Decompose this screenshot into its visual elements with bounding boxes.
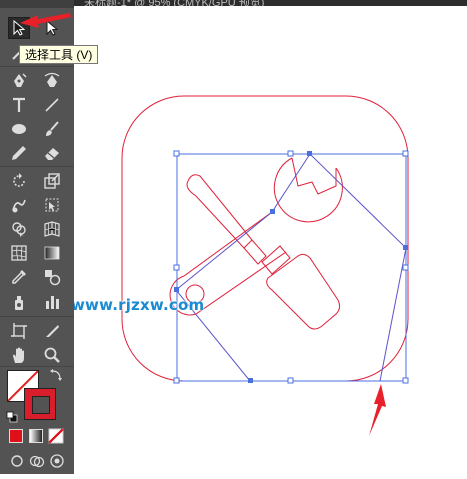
free-transform-icon	[45, 198, 59, 212]
pencil-icon	[12, 146, 26, 160]
shape-builder-tool[interactable]	[8, 218, 30, 240]
type-tool[interactable]	[8, 94, 30, 116]
line-icon	[45, 98, 59, 112]
gradient-square-icon	[29, 429, 43, 443]
watermark-text: www.rjzxw.com	[71, 296, 205, 314]
color-square-icon	[9, 429, 23, 443]
ellipse-tool[interactable]	[8, 118, 30, 140]
eraser-tool[interactable]	[41, 142, 63, 164]
scale-icon	[44, 173, 60, 189]
tools-panel	[0, 0, 74, 474]
slice-icon	[46, 325, 59, 337]
shape-builder-icon	[12, 222, 26, 237]
none-icon	[48, 428, 64, 444]
gradient-icon	[44, 246, 60, 260]
mesh-icon	[11, 245, 27, 261]
rotate-icon	[13, 173, 25, 187]
stroke-swatch[interactable]	[24, 388, 56, 420]
symbol-sprayer-icon	[15, 296, 23, 310]
warp-icon	[12, 199, 26, 213]
eyedropper-icon	[12, 270, 26, 284]
warp-tool[interactable]	[8, 194, 30, 216]
column-graph-tool[interactable]	[41, 291, 63, 313]
default-fill-stroke-icon[interactable]	[6, 410, 18, 423]
artboard-tool[interactable]	[8, 320, 30, 342]
perspective-grid-tool[interactable]	[41, 218, 63, 240]
swap-fill-stroke-icon[interactable]	[50, 368, 62, 381]
line-segment-tool[interactable]	[41, 94, 63, 116]
draw-inside-button[interactable]	[48, 452, 66, 470]
artboard-icon	[11, 323, 27, 339]
brush-icon	[46, 121, 59, 136]
eraser-icon	[45, 148, 59, 160]
hand-icon	[13, 347, 24, 363]
scale-tool[interactable]	[41, 170, 63, 192]
free-transform-tool[interactable]	[41, 194, 63, 216]
column-graph-icon	[46, 296, 59, 309]
artboard-canvas[interactable]	[74, 6, 467, 474]
selected-path[interactable]	[175, 153, 407, 382]
color-mode-button[interactable]	[8, 428, 24, 444]
pen-tool[interactable]	[8, 70, 30, 92]
gradient-tool[interactable]	[41, 242, 63, 264]
type-icon	[13, 97, 25, 112]
gradient-mode-button[interactable]	[28, 428, 44, 444]
draw-normal-button[interactable]	[8, 452, 26, 470]
perspective-grid-icon	[44, 221, 60, 237]
artwork[interactable]	[74, 6, 467, 474]
annotation-arrow-top	[20, 13, 71, 28]
draw-normal-icon	[11, 455, 23, 467]
curvature-pen-icon	[44, 72, 60, 87]
curvature-tool[interactable]	[41, 70, 63, 92]
paintbrush-tool[interactable]	[41, 118, 63, 140]
zoom-icon	[44, 347, 60, 363]
pen-icon	[14, 73, 27, 87]
none-mode-button[interactable]	[48, 428, 64, 444]
draw-behind-icon	[29, 455, 45, 468]
rounded-square-outline[interactable]	[121, 95, 409, 382]
blend-icon	[45, 270, 61, 286]
symbol-sprayer-tool[interactable]	[8, 291, 30, 313]
rotate-tool[interactable]	[8, 170, 30, 192]
slice-tool[interactable]	[41, 320, 63, 342]
selection-bounding-box[interactable]	[173, 150, 409, 384]
mesh-tool[interactable]	[8, 242, 30, 264]
tool-tooltip: 选择工具 (V)	[19, 45, 99, 64]
ellipse-icon	[12, 124, 26, 134]
draw-inside-icon	[50, 454, 64, 468]
annotation-arrow-bottom	[369, 384, 386, 436]
eyedropper-tool[interactable]	[8, 266, 30, 288]
pencil-tool[interactable]	[8, 142, 30, 164]
hand-tool[interactable]	[8, 344, 30, 366]
zoom-tool[interactable]	[41, 344, 63, 366]
draw-behind-button[interactable]	[28, 452, 46, 470]
blend-tool[interactable]	[41, 266, 63, 288]
